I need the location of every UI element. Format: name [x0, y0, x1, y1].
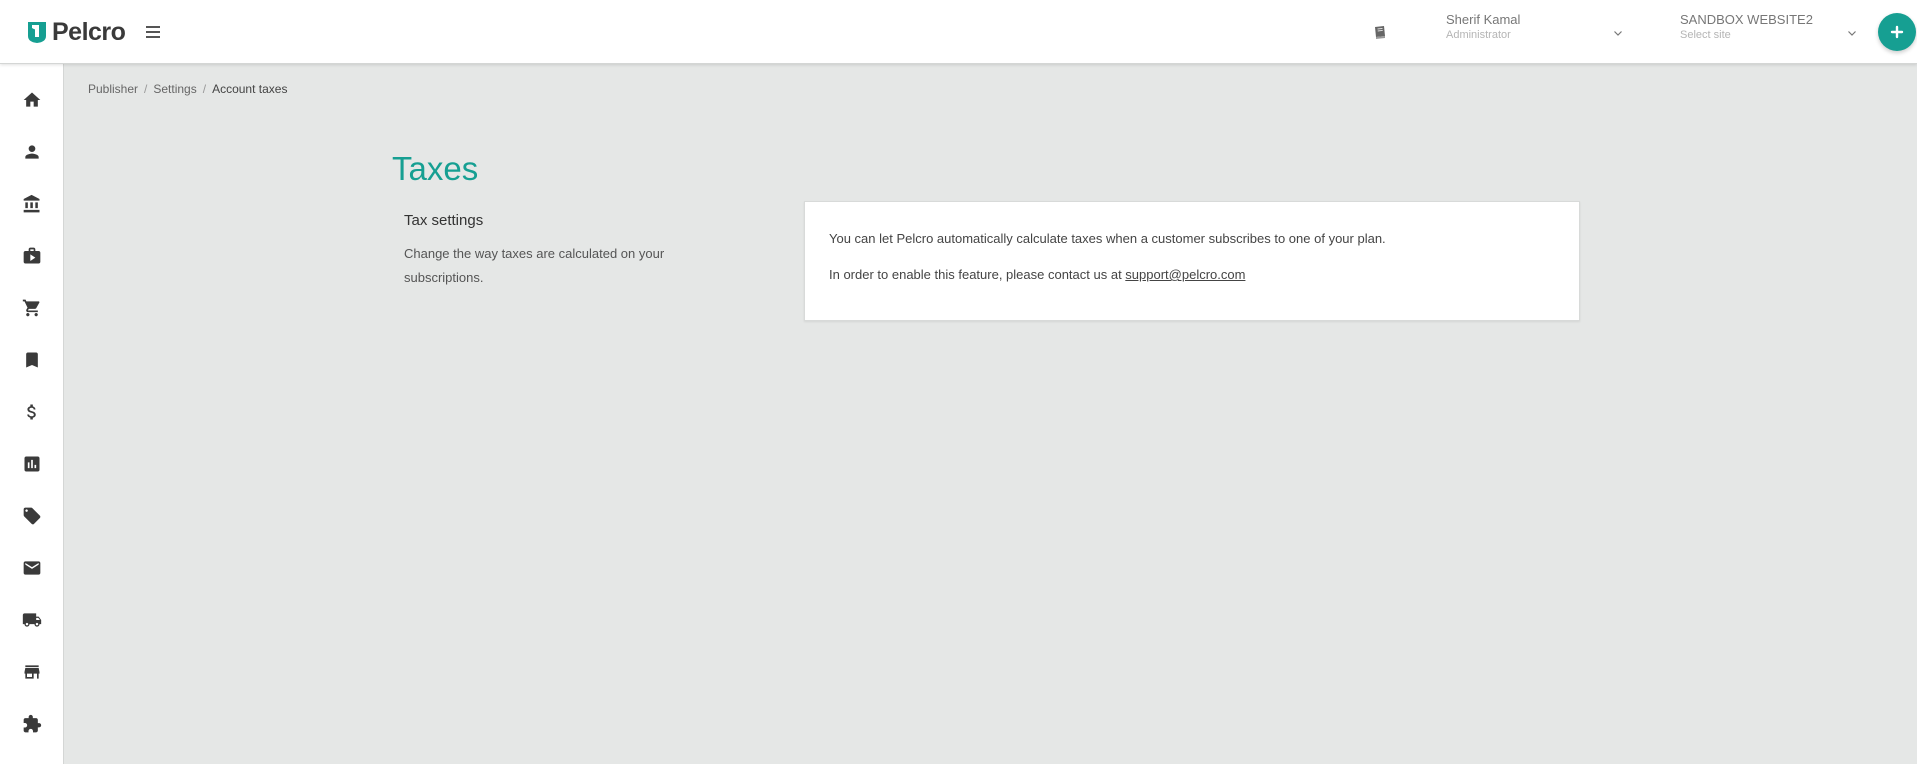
- sidebar-item-shipping[interactable]: [20, 608, 44, 632]
- sidebar-item-products[interactable]: [20, 244, 44, 268]
- chart-icon: [24, 456, 40, 472]
- breadcrumb-separator: /: [144, 82, 148, 96]
- briefcase-icon: [23, 247, 41, 264]
- sidebar-item-billing[interactable]: [20, 400, 44, 424]
- sidebar: [0, 64, 64, 764]
- tax-info-card: You can let Pelcro automatically calcula…: [804, 201, 1580, 321]
- user-name: Sherif Kamal: [1446, 12, 1521, 27]
- section-title: Tax settings: [404, 212, 484, 229]
- plus-icon: [1890, 25, 1904, 39]
- ticket-icon: [23, 507, 41, 525]
- bank-icon: [23, 194, 40, 213]
- sidebar-item-bank[interactable]: [20, 192, 44, 216]
- brand-name: Pelcro: [52, 17, 126, 46]
- page-title: Taxes: [392, 150, 479, 187]
- site-placeholder: Select site: [1680, 29, 1731, 41]
- sidebar-item-bookmarks[interactable]: [20, 348, 44, 372]
- mail-icon: [23, 561, 41, 575]
- sidebar-item-integrations[interactable]: [20, 712, 44, 736]
- sidebar-item-coupons[interactable]: [20, 504, 44, 528]
- chevron-down-icon[interactable]: [1612, 27, 1624, 39]
- user-menu[interactable]: Sherif Kamal Administrator: [1446, 12, 1626, 41]
- bookmark-icon: [26, 352, 38, 368]
- breadcrumb-separator: /: [202, 82, 207, 96]
- sidebar-item-reports[interactable]: [20, 452, 44, 476]
- pelcro-logo-icon: [28, 22, 46, 43]
- home-icon: [23, 92, 41, 107]
- dollar-icon: [27, 404, 36, 420]
- puzzle-icon: [23, 714, 42, 733]
- contact-text: In order to enable this feature, please …: [829, 265, 1555, 285]
- book-icon[interactable]: [1372, 24, 1388, 40]
- store-icon: [24, 665, 40, 679]
- hamburger-icon[interactable]: [146, 22, 162, 42]
- site-name: SANDBOX WEBSITE2: [1680, 12, 1813, 27]
- site-selector[interactable]: SANDBOX WEBSITE2 Select site: [1680, 12, 1850, 41]
- chevron-down-icon[interactable]: [1846, 27, 1858, 39]
- section-description: Change the way taxes are calculated on y…: [404, 246, 665, 285]
- cart-icon: [22, 299, 40, 317]
- user-role: Administrator: [1446, 29, 1511, 41]
- truck-icon: [22, 613, 42, 627]
- breadcrumb: Publisher / Settings / Account taxes: [88, 82, 287, 96]
- sidebar-item-store[interactable]: [20, 660, 44, 684]
- add-button[interactable]: [1878, 13, 1916, 51]
- contact-prefix: In order to enable this feature, please …: [829, 267, 1126, 282]
- breadcrumb-settings[interactable]: Settings: [153, 82, 196, 96]
- sidebar-item-emails[interactable]: [20, 556, 44, 580]
- sidebar-item-customers[interactable]: [20, 140, 44, 164]
- breadcrumb-current: Account taxes: [212, 82, 288, 96]
- sidebar-item-home[interactable]: [20, 88, 44, 112]
- top-bar: Pelcro Sherif Kamal Administrator SANDBO…: [0, 0, 1917, 64]
- person-icon: [25, 145, 39, 159]
- support-email-link[interactable]: support@pelcro.com: [1125, 267, 1245, 282]
- breadcrumb-publisher[interactable]: Publisher: [88, 82, 138, 96]
- brand-logo[interactable]: Pelcro: [26, 17, 126, 46]
- tax-info-text: You can let Pelcro automatically calcula…: [829, 231, 1386, 246]
- sidebar-item-orders[interactable]: [20, 296, 44, 320]
